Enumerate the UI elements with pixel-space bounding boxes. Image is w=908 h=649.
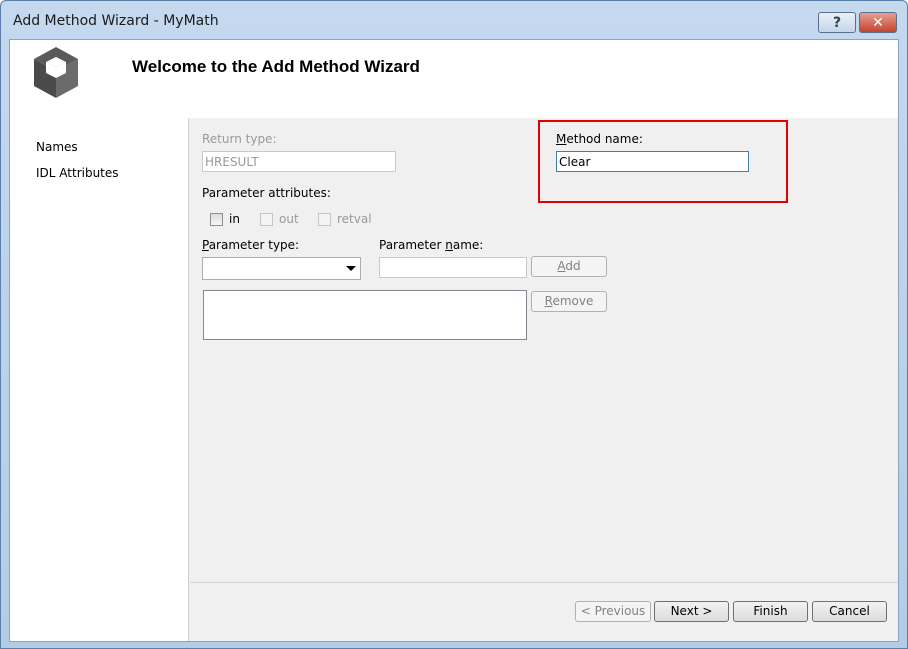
- title-bar[interactable]: Add Method Wizard - MyMath ? ✕: [1, 1, 907, 39]
- page-title: Welcome to the Add Method Wizard: [132, 57, 420, 76]
- chevron-down-icon[interactable]: [346, 266, 356, 271]
- out-checkbox-box[interactable]: [260, 212, 273, 226]
- wizard-header: Welcome to the Add Method Wizard: [10, 40, 898, 118]
- wizard-window: Add Method Wizard - MyMath ? ✕ Welcome t…: [0, 0, 908, 649]
- return-type-field[interactable]: [202, 151, 396, 172]
- wizard-page: Return type: Method name: Parameter attr…: [190, 118, 898, 641]
- remove-button[interactable]: Remove: [531, 291, 607, 312]
- footer-divider: [190, 582, 898, 583]
- parameter-attributes-label: Parameter attributes:: [202, 186, 331, 200]
- previous-button[interactable]: < Previous: [575, 601, 651, 622]
- out-checkbox[interactable]: out: [260, 212, 299, 226]
- dialog-client-area: Welcome to the Add Method Wizard Names I…: [9, 39, 899, 642]
- parameter-name-label: Parameter name:: [379, 238, 484, 252]
- parameter-type-select[interactable]: [202, 257, 361, 280]
- parameter-type-label: Parameter type:: [202, 238, 300, 252]
- cube-icon: [34, 47, 78, 98]
- next-button[interactable]: Next >: [654, 601, 729, 622]
- retval-checkbox-label: retval: [337, 212, 372, 226]
- window-title: Add Method Wizard - MyMath: [13, 13, 219, 29]
- retval-checkbox-box[interactable]: [318, 212, 331, 226]
- method-name-label: Method name:: [556, 132, 643, 146]
- close-button[interactable]: ✕: [859, 12, 897, 33]
- in-checkbox[interactable]: in: [210, 212, 240, 226]
- help-icon: ?: [832, 14, 842, 31]
- close-icon: ✕: [872, 14, 884, 31]
- finish-button[interactable]: Finish: [733, 601, 808, 622]
- return-type-label: Return type:: [202, 132, 277, 146]
- retval-checkbox[interactable]: retval: [318, 212, 372, 226]
- in-checkbox-box[interactable]: [210, 212, 223, 226]
- out-checkbox-label: out: [279, 212, 299, 226]
- add-button[interactable]: Add: [531, 256, 607, 277]
- nav-item-names[interactable]: Names: [36, 140, 78, 154]
- wizard-nav: Names IDL Attributes: [10, 118, 189, 641]
- help-button[interactable]: ?: [818, 12, 856, 33]
- cancel-button[interactable]: Cancel: [812, 601, 887, 622]
- in-checkbox-label: in: [229, 212, 240, 226]
- nav-item-idl-attributes[interactable]: IDL Attributes: [36, 166, 119, 180]
- parameter-name-field[interactable]: [379, 257, 527, 278]
- parameter-list[interactable]: [203, 290, 527, 340]
- method-name-field[interactable]: [556, 151, 749, 172]
